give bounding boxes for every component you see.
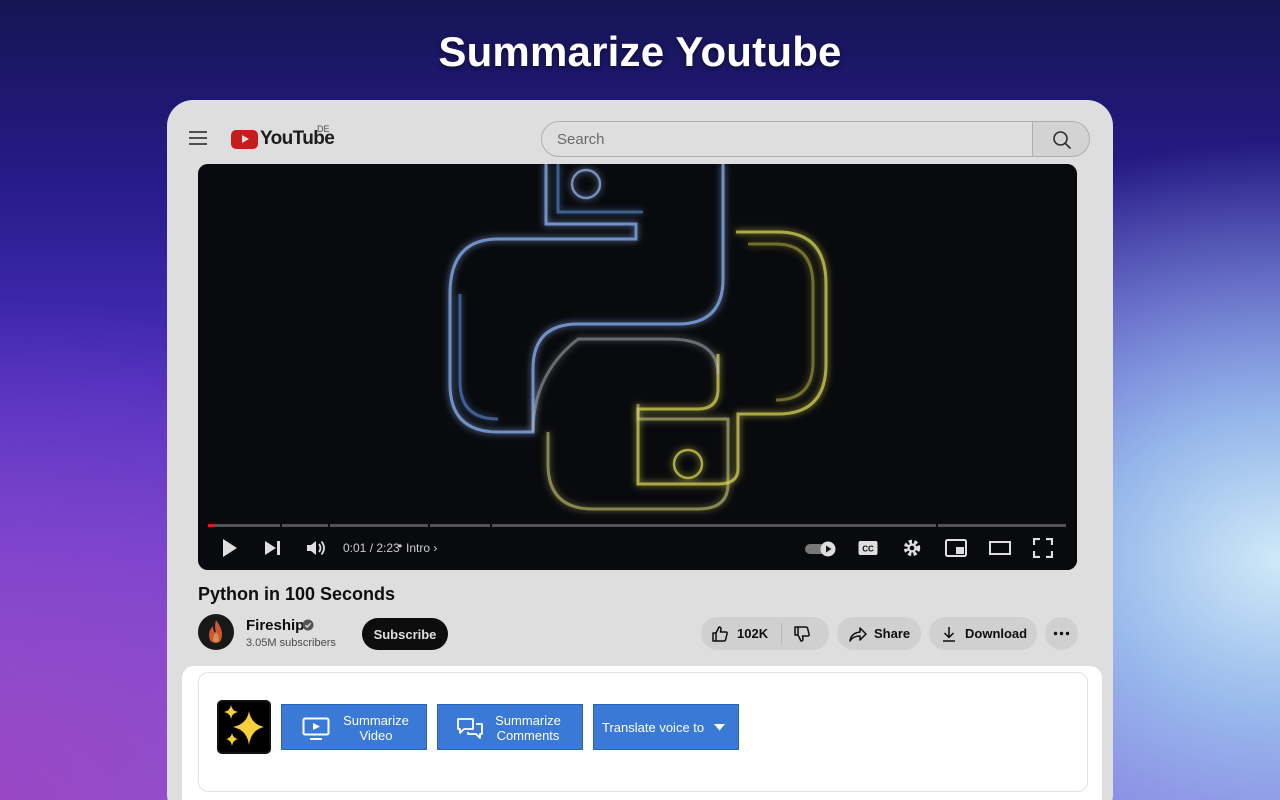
more-actions-button[interactable]	[1045, 617, 1078, 650]
comments-icon	[457, 718, 483, 739]
chapter-segment	[938, 524, 1066, 527]
video-title: Python in 100 Seconds	[198, 584, 396, 604]
like-dislike-group: 102K	[701, 617, 829, 650]
theater-mode-icon[interactable]	[989, 540, 1011, 556]
chapter-label[interactable]: Intro ›	[406, 541, 437, 555]
verified-check-icon	[302, 619, 314, 631]
video-player[interactable]: 0:01 / 2:23 • Intro › CC	[198, 164, 1077, 570]
search-input[interactable]	[541, 121, 1033, 157]
fire-icon	[209, 620, 222, 643]
youtube-play-icon	[231, 129, 258, 149]
browser-frame: YouTube DE Search 0:01 / 2:23 • Intro › …	[167, 100, 1113, 800]
share-arrow-icon	[849, 627, 867, 642]
chapter-segment	[430, 524, 490, 527]
progress-bar[interactable]	[208, 524, 1066, 527]
share-label: Share	[874, 626, 911, 641]
fullscreen-icon[interactable]	[1033, 538, 1053, 558]
settings-gear-icon[interactable]	[902, 538, 922, 558]
download-button[interactable]: Download	[929, 617, 1037, 650]
chapter-segment	[282, 524, 328, 527]
next-icon[interactable]	[264, 538, 282, 558]
share-button[interactable]: Share	[837, 617, 921, 650]
menu-icon[interactable]	[189, 131, 207, 145]
summarize-video-button[interactable]: Summarize Video	[281, 704, 427, 750]
translate-voice-label: Translate voice to	[602, 720, 705, 735]
sparkles-icon[interactable]	[217, 700, 271, 754]
summarize-comments-label: Summarize Comments	[495, 713, 561, 743]
extension-panel-highlight: Summarize Video Summarize Comments Transla…	[182, 666, 1102, 800]
thumbs-down-icon[interactable]	[793, 625, 811, 643]
separator-dot: •	[398, 539, 403, 553]
miniplayer-icon[interactable]	[945, 539, 967, 557]
chapter-segment	[492, 524, 936, 527]
thumbs-up-icon[interactable]	[711, 625, 729, 643]
extension-panel: Summarize Video Summarize Comments Transla…	[198, 672, 1088, 792]
autoplay-toggle-icon[interactable]	[804, 541, 838, 557]
region-code: DE	[317, 124, 330, 134]
subscribe-button[interactable]: Subscribe	[362, 618, 448, 650]
captions-icon[interactable]: CC	[858, 540, 878, 556]
download-label: Download	[965, 626, 1028, 641]
search-icon	[1053, 131, 1071, 149]
like-count[interactable]: 102K	[737, 626, 768, 641]
subscriber-count: 3.05M subscribers	[246, 637, 336, 649]
summarize-video-label: Summarize Video	[343, 713, 409, 743]
progress-played	[208, 524, 214, 527]
more-dots-icon	[1053, 631, 1070, 636]
translate-voice-dropdown[interactable]: Translate voice to	[593, 704, 739, 750]
divider	[781, 623, 782, 644]
player-controls: 0:01 / 2:23 • Intro › CC	[198, 534, 1077, 564]
chevron-down-icon	[714, 724, 725, 731]
channel-avatar[interactable]	[198, 614, 234, 650]
summarize-comments-button[interactable]: Summarize Comments	[437, 704, 583, 750]
download-icon	[943, 627, 955, 642]
search-button[interactable]	[1032, 121, 1090, 157]
video-screen-icon	[302, 717, 330, 740]
time-display: 0:01 / 2:23	[343, 541, 400, 555]
channel-name[interactable]: Fireship	[246, 617, 304, 634]
volume-icon[interactable]	[305, 538, 327, 558]
chapter-segment	[330, 524, 428, 527]
headline: Summarize Youtube	[438, 28, 842, 75]
svg-text:CC: CC	[862, 545, 874, 554]
python-logo-art	[198, 164, 1077, 570]
chapter-segment	[208, 524, 280, 527]
play-icon[interactable]	[222, 538, 238, 558]
